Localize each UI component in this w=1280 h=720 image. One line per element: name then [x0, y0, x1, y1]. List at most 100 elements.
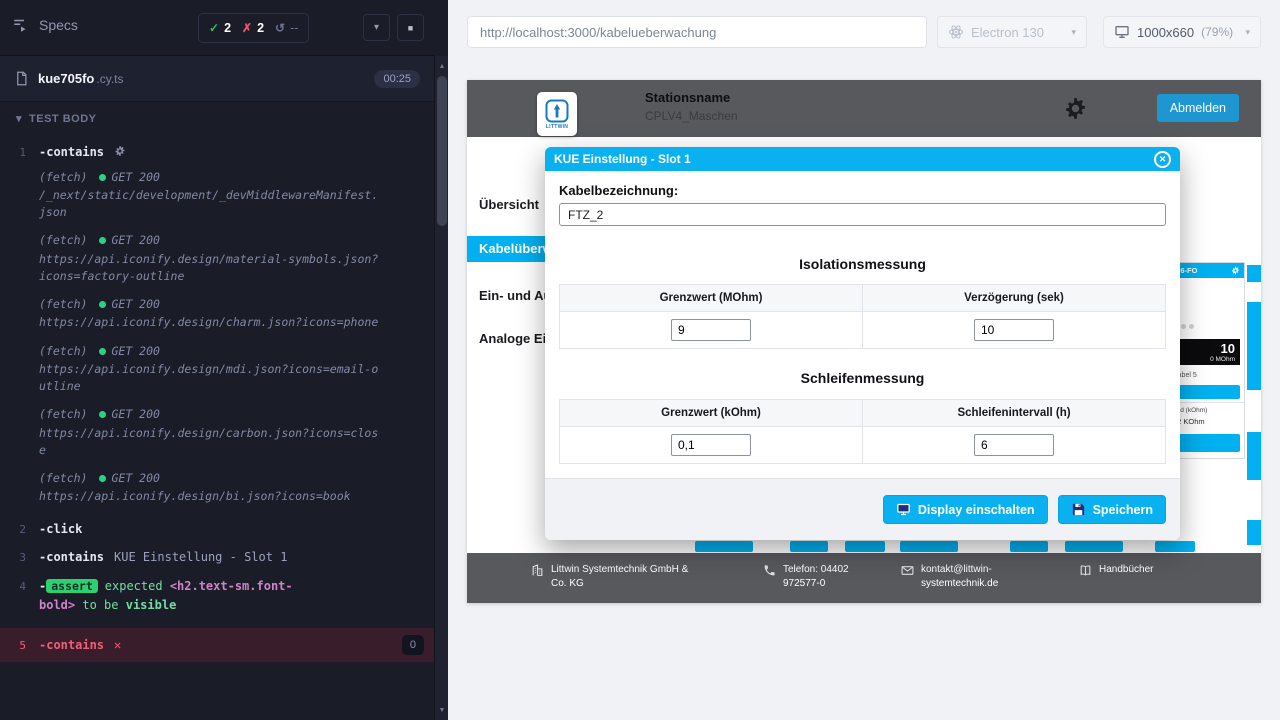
status-dot: [99, 475, 106, 482]
logo-text: LITTWIN: [546, 124, 568, 130]
stage: Electron 130 ▾ 1000x660 (79%) ▾ LITTWIN …: [448, 0, 1280, 720]
modal-footer: Display einschalten Speichern: [545, 478, 1180, 540]
chevron-down-icon: ▾: [1071, 27, 1076, 38]
isolation-col2-header: Verzögerung (sek): [863, 285, 1166, 312]
clipped-button-fragment: [1065, 541, 1123, 552]
viewport-selector[interactable]: 1000x660 (79%) ▾: [1103, 16, 1261, 48]
loop-col2-header: Schleifenintervall (h): [863, 400, 1166, 427]
status-dot: [99, 411, 106, 418]
clipped-card-piece: [1247, 520, 1261, 545]
collapse-button[interactable]: ▾: [363, 14, 390, 41]
chevron-down-icon: ▾: [16, 112, 22, 125]
cable-name-label: Kabelbezeichnung:: [559, 183, 1166, 198]
specs-menu-button[interactable]: Specs: [12, 16, 78, 34]
command-row-contains-3[interactable]: 3 -containsKUE Einstellung - Slot 1: [0, 543, 434, 572]
isolation-col1-header: Grenzwert (MOhm): [560, 285, 863, 312]
fetch-url: https://api.iconify.design/carbon.json?i…: [39, 425, 384, 460]
fetch-log-row[interactable]: (fetch)GET 200 https://api.iconify.desig…: [0, 341, 434, 405]
fetch-log-row[interactable]: (fetch)GET 200 /_next/static/development…: [0, 167, 434, 231]
floppy-disk-icon: [1071, 502, 1086, 517]
viewport-size: 1000x660: [1137, 25, 1194, 40]
reload-icon: ↺: [275, 21, 285, 35]
status-dot: [99, 174, 106, 181]
test-stats: ✓2 ✗2 ↺--: [198, 13, 309, 43]
monitor-icon: [1114, 24, 1130, 40]
stop-button[interactable]: ■: [397, 14, 424, 41]
nav-item-analoge-eingaenge[interactable]: Analoge Ei: [479, 331, 546, 346]
loop-interval-input[interactable]: [974, 434, 1054, 456]
fail-count-badge: 0: [402, 635, 424, 656]
save-button[interactable]: Speichern: [1058, 495, 1166, 524]
scroll-up-arrow[interactable]: ▲: [435, 59, 449, 73]
specs-label: Specs: [39, 17, 78, 33]
stat-pending: ↺--: [275, 21, 298, 35]
display-on-button[interactable]: Display einschalten: [883, 495, 1048, 524]
loop-col1-header: Grenzwert (kOhm): [560, 400, 863, 427]
chevron-down-icon: ▾: [1245, 27, 1250, 38]
modal-title: KUE Einstellung - Slot 1: [554, 152, 1154, 166]
isolation-table: Grenzwert (MOhm) Verzögerung (sek): [559, 284, 1166, 349]
command-argument: KUE Einstellung - Slot 1: [114, 550, 287, 564]
footer-email[interactable]: kontakt@littwin-systemtechnik.de: [901, 563, 1021, 590]
nav-item-uebersicht[interactable]: Übersicht: [479, 197, 539, 212]
browser-selector[interactable]: Electron 130 ▾: [937, 16, 1087, 48]
zoom-level: (79%): [1201, 25, 1233, 39]
fetch-log-row[interactable]: (fetch)GET 200 https://api.iconify.desig…: [0, 294, 434, 341]
spec-timer: 00:25: [374, 70, 420, 88]
cypress-reporter: Specs ✓2 ✗2 ↺-- ▾ ■ kue705fo .cy.ts 00:2…: [0, 0, 448, 720]
card-gear-icon[interactable]: [1231, 266, 1240, 275]
nav-item-ein-ausgaenge[interactable]: Ein- und Au: [479, 288, 551, 303]
footer-manuals[interactable]: Handbücher: [1079, 563, 1153, 577]
reporter-actions: ▾ ■: [363, 14, 424, 41]
spec-name: kue705fo: [38, 71, 94, 86]
spec-extension: .cy.ts: [96, 72, 123, 86]
spec-file-row[interactable]: kue705fo .cy.ts 00:25: [0, 56, 434, 102]
logout-button[interactable]: Abmelden: [1157, 94, 1239, 122]
clipped-button-fragment: [695, 541, 753, 552]
command-row-contains-failed[interactable]: 5 -contains✕ 0: [0, 628, 434, 663]
fetch-log-row[interactable]: (fetch)GET 200 https://api.iconify.desig…: [0, 468, 434, 515]
specs-list-icon: [12, 16, 30, 34]
card-button[interactable]: [1172, 434, 1240, 452]
app-footer: Littwin Systemtechnik GmbH & Co. KG Tele…: [467, 553, 1261, 603]
isolation-limit-input[interactable]: [671, 319, 751, 341]
display-value: 10: [1177, 341, 1235, 356]
clipped-button-fragment: [790, 541, 828, 552]
footer-phone[interactable]: Telefon: 04402 972577-0: [763, 563, 881, 590]
logo-mark-icon: [545, 99, 569, 123]
reporter-scrollbar[interactable]: ▲ ▼: [434, 56, 448, 720]
stop-icon: ■: [408, 23, 413, 33]
reporter-header: Specs ✓2 ✗2 ↺-- ▾ ■: [0, 0, 434, 56]
settings-gear-icon[interactable]: [1063, 96, 1088, 121]
cable-name-input[interactable]: [559, 203, 1166, 226]
url-input[interactable]: [467, 16, 927, 48]
clipped-button-fragment: [1010, 541, 1048, 552]
browser-label: Electron 130: [971, 25, 1044, 40]
test-body-header[interactable]: ▾ TEST BODY: [0, 112, 96, 125]
modal-header: KUE Einstellung - Slot 1 ✕: [545, 147, 1180, 171]
monitor-icon: [896, 502, 911, 517]
loop-section-title: Schleifenmessung: [559, 370, 1166, 386]
scroll-thumb[interactable]: [437, 76, 447, 226]
led-gray: [1181, 324, 1186, 329]
command-row-click[interactable]: 2 -click: [0, 515, 434, 544]
loop-table: Grenzwert (kOhm) Schleifenintervall (h): [559, 399, 1166, 464]
close-icon[interactable]: ✕: [1154, 151, 1171, 168]
command-row-contains-1[interactable]: 1 -contains: [0, 138, 434, 167]
assert-badge: assert: [46, 579, 98, 593]
loop-limit-input[interactable]: [671, 434, 751, 456]
card-cyan-block: [1172, 385, 1240, 399]
clipped-card-piece: [1247, 302, 1261, 390]
measurement-display: 10 0 MOhm: [1172, 339, 1240, 365]
command-row-assert[interactable]: 4 -assertexpected <h2.text-sm.font-bold>…: [0, 572, 434, 620]
cable-card-title: 706-FO: [1172, 266, 1231, 275]
fetch-log-row[interactable]: (fetch)GET 200 https://api.iconify.desig…: [0, 230, 434, 294]
fetch-log-row[interactable]: (fetch)GET 200 https://api.iconify.desig…: [0, 404, 434, 468]
check-icon: ✓: [209, 21, 219, 35]
scroll-down-arrow[interactable]: ▼: [435, 703, 449, 717]
station-label: Stationsname: [645, 90, 738, 105]
isolation-delay-input[interactable]: [974, 319, 1054, 341]
clipped-card-piece: [1247, 432, 1261, 480]
app-header: [467, 80, 1261, 137]
screen: Specs ✓2 ✗2 ↺-- ▾ ■ kue705fo .cy.ts 00:2…: [0, 0, 1280, 720]
